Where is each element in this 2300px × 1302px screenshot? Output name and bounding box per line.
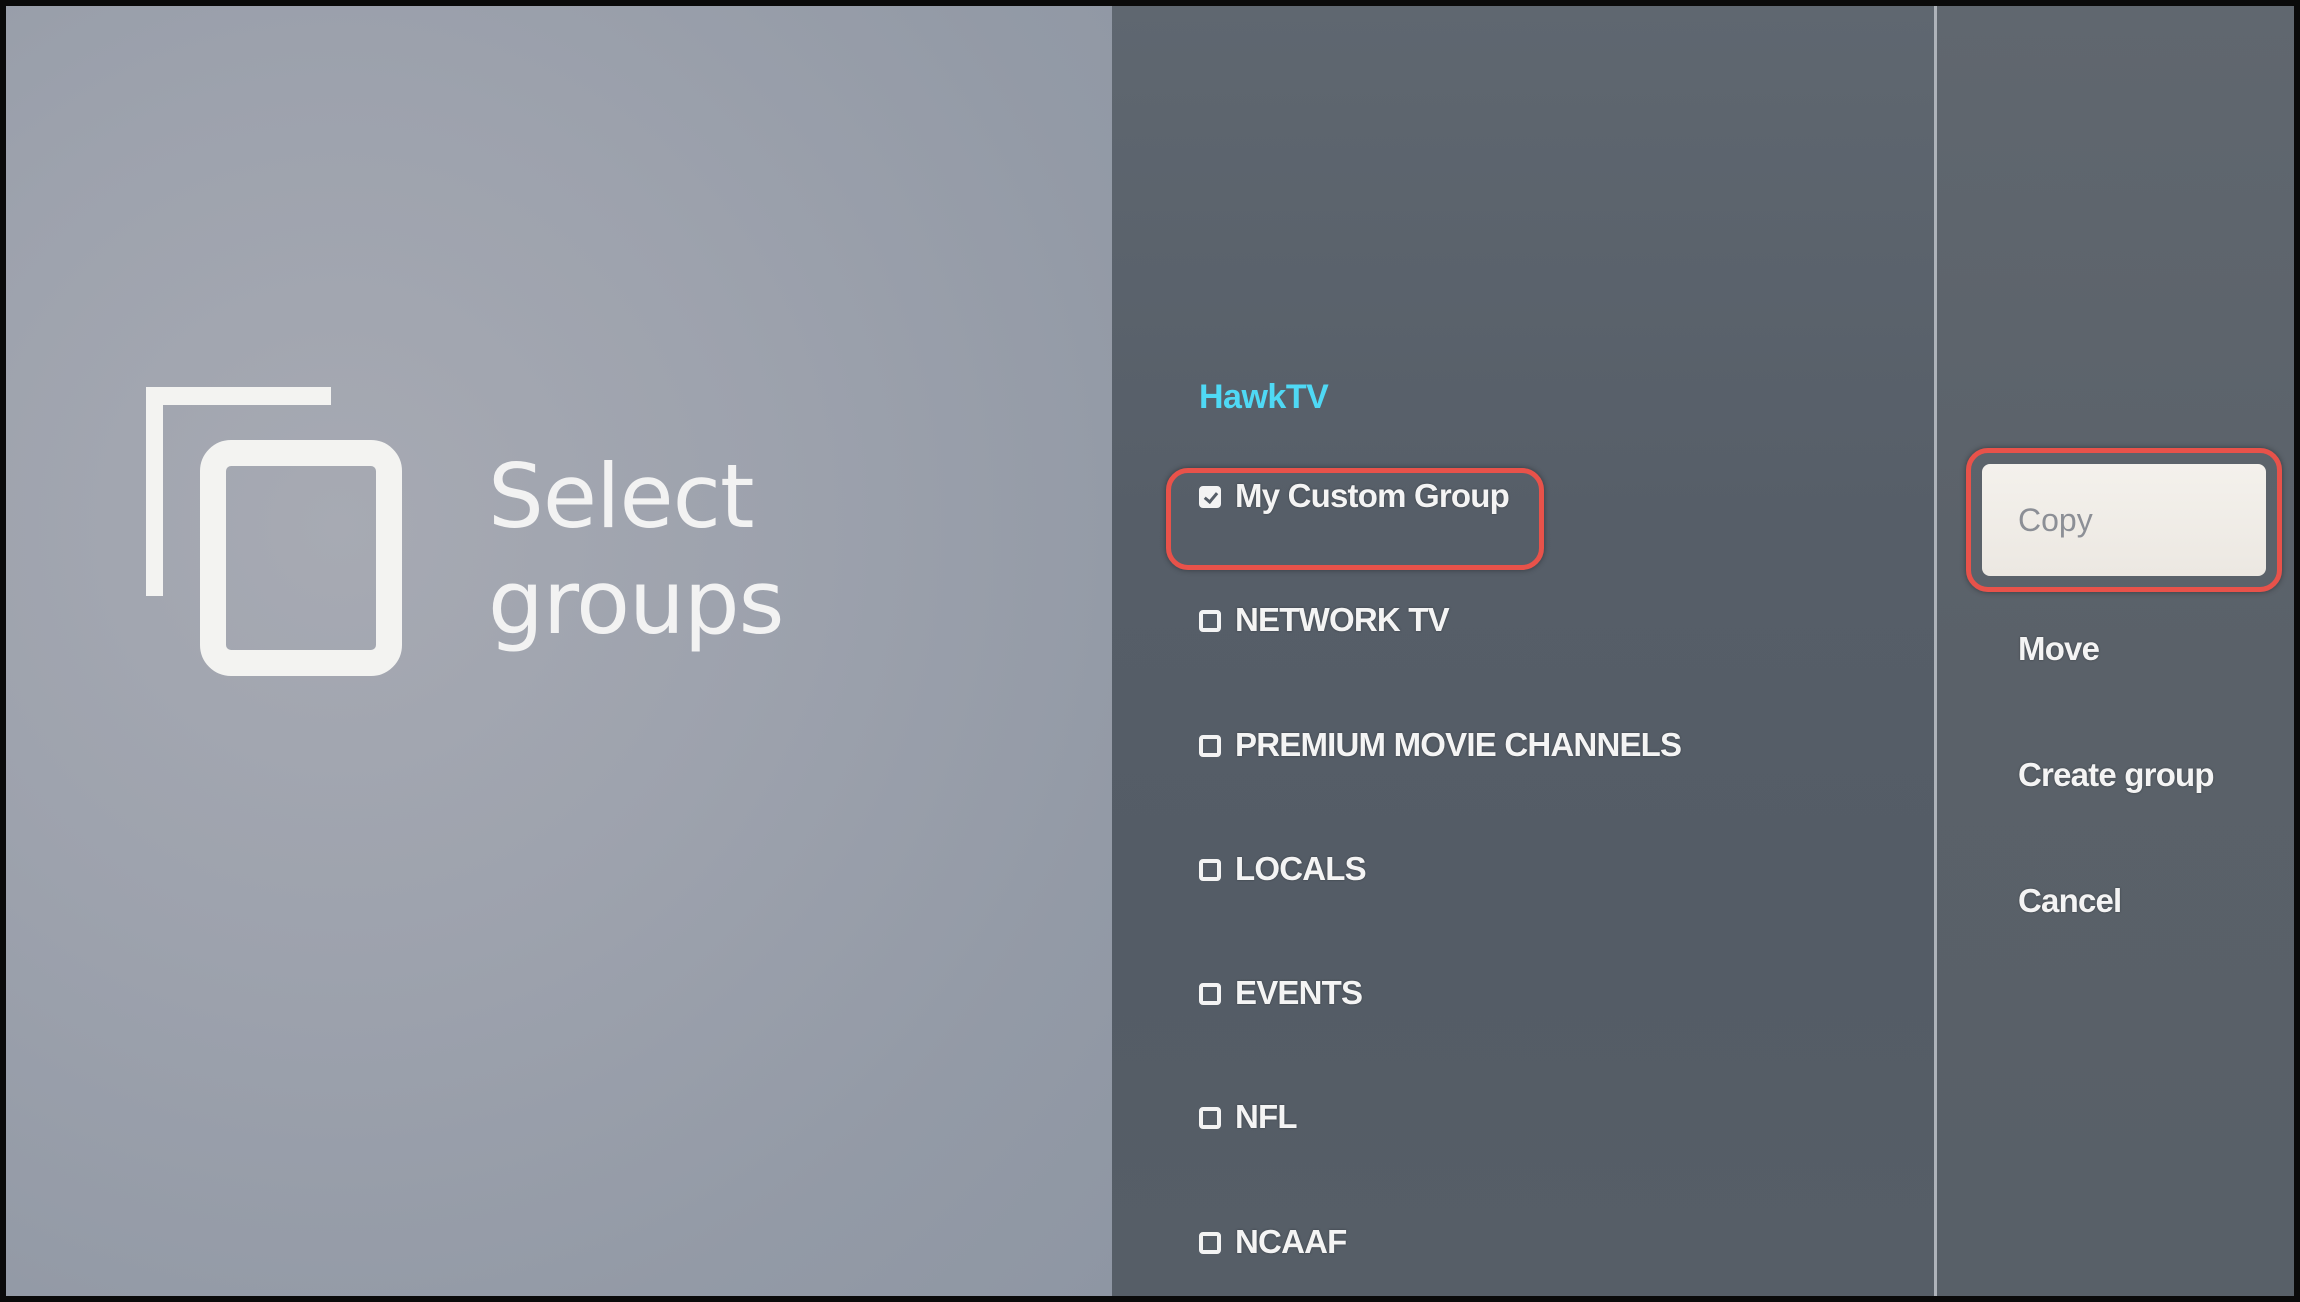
group-label: NETWORK TV xyxy=(1235,601,1450,639)
annotation-highlight-group xyxy=(1166,468,1544,570)
checkbox-unchecked-icon[interactable] xyxy=(1199,1231,1221,1254)
create-group-button[interactable]: Create group xyxy=(1982,716,2266,842)
group-item-network-tv[interactable]: NETWORK TV xyxy=(1199,600,1681,724)
dialog-guidance-panel: Select groups xyxy=(6,6,1112,1296)
group-label: EVENTS xyxy=(1235,974,1363,1012)
group-item-nfl[interactable]: NFL xyxy=(1199,1097,1681,1221)
group-label: LOCALS xyxy=(1235,849,1367,887)
page-title: Select groups xyxy=(488,445,784,654)
group-label: NCAAF xyxy=(1235,1222,1347,1260)
group-item-locals[interactable]: LOCALS xyxy=(1199,849,1681,973)
checkbox-unchecked-icon[interactable] xyxy=(1199,610,1221,633)
group-label: NFL xyxy=(1235,1098,1298,1136)
tv-screen: Select groups HawkTV My Custom Group NET… xyxy=(0,0,2300,1302)
group-list: My Custom Group NETWORK TV PREMIUM MOVIE… xyxy=(1199,476,1682,1296)
checkbox-unchecked-icon[interactable] xyxy=(1199,734,1221,757)
annotation-highlight-copy xyxy=(1966,448,2282,592)
checkbox-unchecked-icon[interactable] xyxy=(1199,983,1221,1006)
group-item-ncaaf[interactable]: NCAAF xyxy=(1199,1222,1681,1296)
group-label: PREMIUM MOVIE CHANNELS xyxy=(1235,725,1682,763)
copy-icon xyxy=(146,387,402,676)
move-button[interactable]: Move xyxy=(1982,590,2266,716)
checkbox-unchecked-icon[interactable] xyxy=(1199,1107,1221,1130)
app-name-header: HawkTV xyxy=(1199,378,1329,416)
group-item-premium-movie-channels[interactable]: PREMIUM MOVIE CHANNELS xyxy=(1199,725,1682,849)
cancel-button[interactable]: Cancel xyxy=(1982,842,2266,968)
checkbox-unchecked-icon[interactable] xyxy=(1199,858,1221,881)
group-item-events[interactable]: EVENTS xyxy=(1199,973,1681,1097)
